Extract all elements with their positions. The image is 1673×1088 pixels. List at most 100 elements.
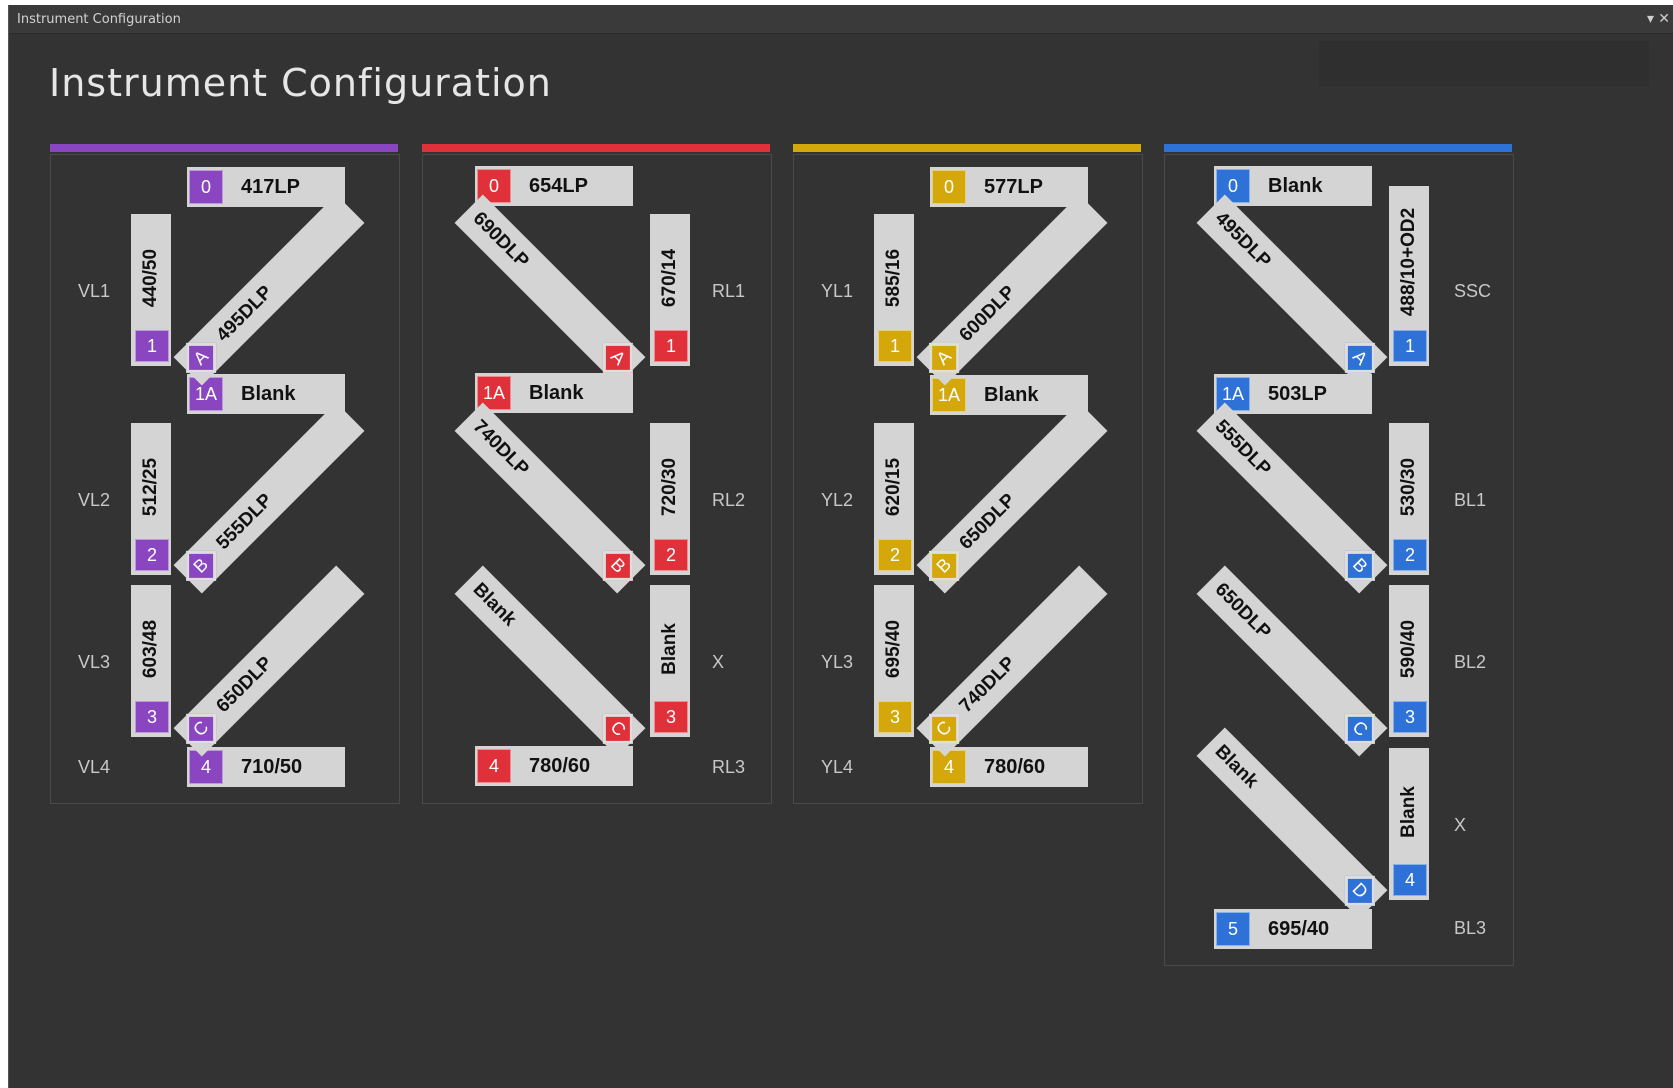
dichroic-badge: D: [1344, 875, 1375, 906]
vertical-filter[interactable]: 603/48 3: [131, 585, 171, 737]
filter-badge: 4: [477, 749, 511, 783]
mid-filter[interactable]: 1A Blank: [187, 374, 345, 414]
dichroic-badge-letter: D: [1348, 878, 1372, 903]
vertical-filter-label: Blank: [1398, 785, 1419, 838]
dichroic-badge-letter: A: [1348, 346, 1372, 369]
bottom-filter[interactable]: 4 780/60: [930, 747, 1088, 787]
dichroic-badge-letter: B: [932, 554, 956, 577]
dichroic-badge-letter: A: [189, 346, 213, 369]
detector-label: BL3: [1454, 918, 1487, 938]
vertical-filter[interactable]: Blank 4: [1389, 748, 1429, 900]
top-filter[interactable]: 0 Blank: [1214, 166, 1372, 206]
dichroic-badge-letter: C: [189, 716, 213, 741]
dichroic-badge-letter: C: [606, 716, 630, 741]
filter-label: 695/40: [1268, 917, 1330, 940]
mid-filter[interactable]: 1A 503LP: [1214, 374, 1372, 414]
bottom-filter[interactable]: 4 710/50: [187, 747, 345, 787]
detector-label: SSC: [1454, 281, 1492, 301]
top-filter[interactable]: 0 577LP: [930, 167, 1088, 207]
vertical-filter[interactable]: 695/40 3: [874, 585, 914, 737]
filter-label: 654LP: [529, 174, 588, 197]
dichroic-badge: A: [1344, 342, 1375, 373]
vertical-filter-badge: 2: [654, 539, 688, 571]
vertical-filter-badge: 1: [878, 330, 912, 362]
dichroic-badge: B: [602, 550, 633, 581]
page-title: Instrument Configuration: [49, 61, 552, 105]
vertical-filter-badge: 2: [135, 539, 169, 571]
vertical-filter-label: 590/40: [1398, 619, 1419, 678]
dichroic-badge-letter: B: [1348, 554, 1372, 577]
bottom-filter[interactable]: 5 695/40: [1214, 909, 1372, 949]
accent-bar: [50, 144, 398, 152]
filter-badge: 5: [1216, 912, 1250, 946]
vertical-filter[interactable]: Blank 3: [650, 585, 690, 737]
dichroic-badge: A: [929, 342, 960, 373]
dichroic-badge-letter: B: [606, 554, 630, 577]
dichroic-badge: A: [186, 342, 217, 373]
dichroic-badge-letter: C: [932, 716, 956, 741]
filter-label: 503LP: [1268, 382, 1327, 405]
detector-label: RL2: [712, 490, 746, 510]
dichroic-badge-letter: C: [1348, 716, 1372, 741]
accent-bar: [422, 144, 770, 152]
accent-bar: [793, 144, 1141, 152]
vertical-filter-label: 440/50: [140, 248, 161, 307]
vertical-filter-badge: 1: [1393, 330, 1427, 362]
vertical-filter[interactable]: 585/16 1: [874, 214, 914, 366]
filter-label: Blank: [529, 381, 584, 404]
detector-label: VL3: [78, 652, 111, 672]
detector-label: X: [1454, 815, 1467, 835]
dichroic-badge: C: [186, 713, 217, 744]
filter-badge: 0: [932, 170, 966, 204]
filter-badge: 4: [932, 750, 966, 784]
dichroic-badge: C: [1344, 713, 1375, 744]
vertical-filter[interactable]: 512/25 2: [131, 423, 171, 575]
dichroic-badge: C: [602, 713, 633, 744]
title-bar: Instrument Configuration ▾ ✕: [9, 5, 1673, 34]
vertical-filter-badge: 3: [135, 701, 169, 733]
vertical-filter-label: 530/30: [1398, 457, 1419, 516]
vertical-filter[interactable]: 590/40 3: [1389, 585, 1429, 737]
dichroic-badge: A: [602, 342, 633, 373]
detector-label: VL1: [78, 281, 111, 301]
vertical-filter[interactable]: 670/14 1: [650, 214, 690, 366]
vertical-filter-label: 695/40: [883, 619, 904, 678]
bottom-filter[interactable]: 4 780/60: [475, 746, 633, 786]
window-title: Instrument Configuration: [17, 12, 181, 27]
vertical-filter[interactable]: 440/50 1: [131, 214, 171, 366]
detector-label: YL2: [821, 490, 854, 510]
header-shade: [1319, 41, 1649, 86]
vertical-filter-badge: 2: [878, 539, 912, 571]
dichroic-badge-letter: A: [932, 346, 956, 369]
filter-label: Blank: [241, 382, 296, 405]
top-filter[interactable]: 0 654LP: [475, 166, 633, 206]
vertical-filter[interactable]: 530/30 2: [1389, 423, 1429, 575]
mid-filter[interactable]: 1A Blank: [930, 375, 1088, 415]
vertical-filter-label: Blank: [659, 622, 680, 675]
detector-label: VL2: [78, 490, 111, 510]
filter-label: Blank: [1268, 174, 1323, 197]
dichroic-badge: B: [1344, 550, 1375, 581]
close-icon[interactable]: ✕: [1658, 10, 1670, 27]
vertical-filter[interactable]: 720/30 2: [650, 423, 690, 575]
detector-label: RL1: [712, 281, 746, 301]
mid-filter[interactable]: 1A Blank: [475, 373, 633, 413]
vertical-filter[interactable]: 488/10+OD2 1: [1389, 186, 1429, 366]
detector-label: BL2: [1454, 652, 1487, 672]
detector-label: YL4: [821, 757, 854, 777]
vertical-filter-badge: 1: [654, 330, 688, 362]
dichroic-badge: C: [929, 713, 960, 744]
vertical-filter-badge: 3: [878, 701, 912, 733]
filter-label: 577LP: [984, 175, 1043, 198]
vertical-filter-badge: 4: [1393, 864, 1427, 896]
dichroic-badge-letter: B: [189, 554, 213, 577]
vertical-filter-label: 720/30: [659, 457, 680, 516]
detector-label: BL1: [1454, 490, 1487, 510]
detector-label: YL3: [821, 652, 854, 672]
vertical-filter-badge: 3: [654, 701, 688, 733]
dropdown-icon[interactable]: ▾: [1647, 10, 1654, 27]
vertical-filter[interactable]: 620/15 2: [874, 423, 914, 575]
vertical-filter-badge: 2: [1393, 539, 1427, 571]
top-filter[interactable]: 0 417LP: [187, 167, 345, 207]
vertical-filter-label: 512/25: [140, 457, 161, 516]
